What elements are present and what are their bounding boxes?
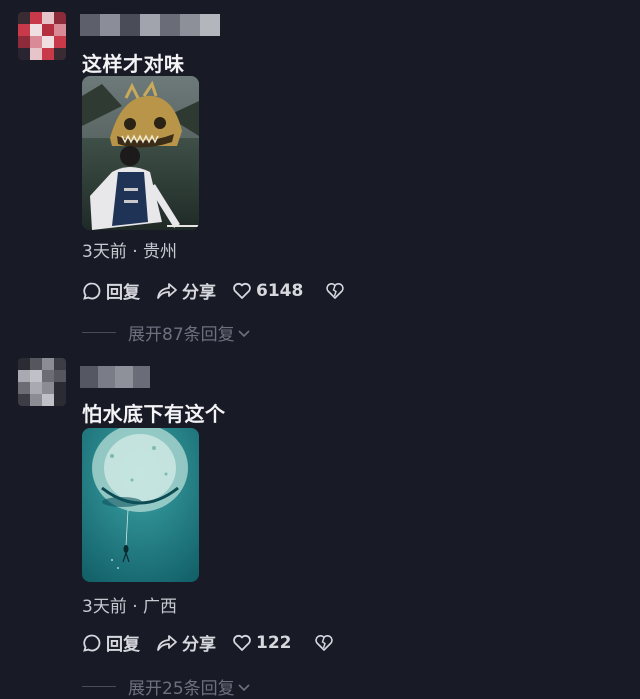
like-button[interactable]: 122 xyxy=(232,633,292,653)
comment-text: 这样才对味 xyxy=(82,52,185,76)
reply-button[interactable]: 回复 xyxy=(82,630,140,655)
expand-replies-button[interactable]: 展开25条回复 xyxy=(82,674,251,699)
comment-text: 怕水底下有这个 xyxy=(82,402,226,426)
reply-button[interactable]: 回复 xyxy=(82,278,140,303)
divider xyxy=(82,686,116,687)
dislike-button[interactable] xyxy=(314,633,338,653)
divider xyxy=(82,332,116,333)
broken-heart-icon xyxy=(326,282,345,299)
heart-icon xyxy=(233,634,251,651)
reply-label: 回复 xyxy=(106,635,140,655)
share-label: 分享 xyxy=(182,635,216,655)
like-button[interactable]: 6148 xyxy=(232,281,303,301)
share-arrow-icon xyxy=(157,282,177,299)
broken-heart-icon xyxy=(314,634,333,651)
expand-replies-label: 展开87条回复 xyxy=(128,325,235,345)
comment-image[interactable] xyxy=(82,76,199,230)
expand-replies-label: 展开25条回复 xyxy=(128,679,235,699)
comment-actions: 回复 分享 122 xyxy=(82,630,354,655)
chat-bubble-icon xyxy=(83,282,101,300)
avatar[interactable] xyxy=(18,12,66,60)
dislike-button[interactable] xyxy=(325,281,349,301)
username-blurred[interactable] xyxy=(80,366,150,388)
comment-meta: 3天前 · 贵州 xyxy=(82,242,178,262)
share-arrow-icon xyxy=(157,634,177,651)
like-count: 6148 xyxy=(256,280,304,301)
reply-label: 回复 xyxy=(106,283,140,303)
share-button[interactable]: 分享 xyxy=(156,630,216,655)
chat-bubble-icon xyxy=(83,634,101,652)
chevron-down-icon xyxy=(238,683,250,691)
share-button[interactable]: 分享 xyxy=(156,278,216,303)
username-blurred[interactable] xyxy=(80,14,220,36)
avatar[interactable] xyxy=(18,358,66,406)
comment-actions: 回复 分享 6148 xyxy=(82,278,365,303)
share-label: 分享 xyxy=(182,283,216,303)
heart-icon xyxy=(233,282,251,299)
chevron-down-icon xyxy=(238,329,250,337)
comment-image[interactable] xyxy=(82,428,199,582)
expand-replies-button[interactable]: 展开87条回复 xyxy=(82,320,251,345)
like-count: 122 xyxy=(256,632,292,653)
comment-meta: 3天前 · 广西 xyxy=(82,597,178,617)
